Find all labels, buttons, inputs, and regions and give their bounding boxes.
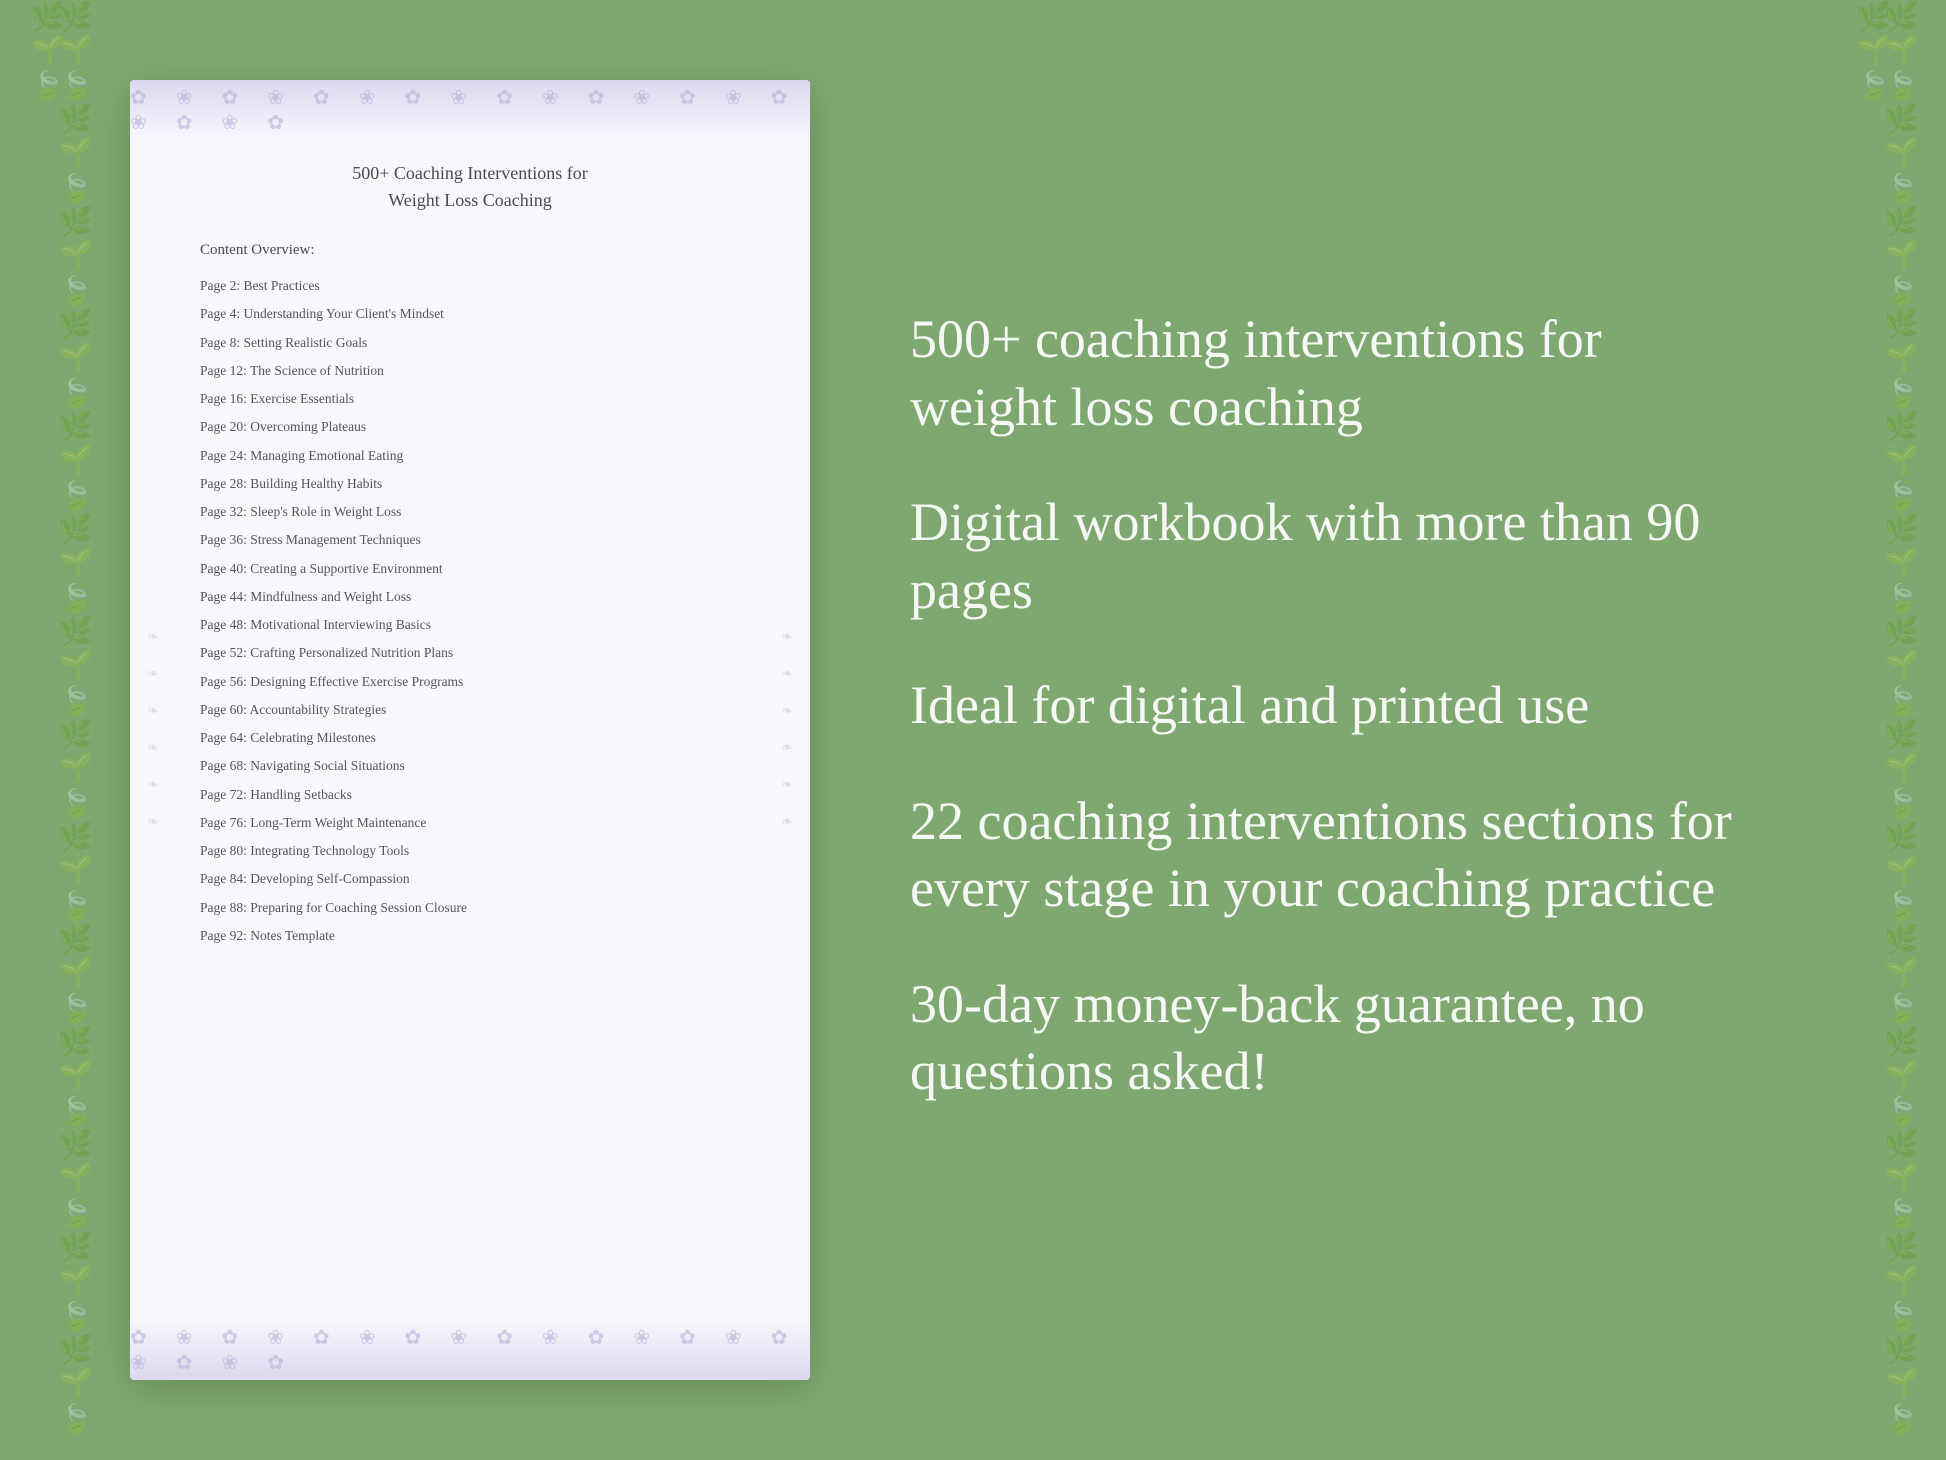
toc-item: Page 4: Understanding Your Client's Mind… — [200, 301, 740, 327]
toc-item: Page 40: Creating a Supportive Environme… — [200, 556, 740, 582]
toc-item: Page 16: Exercise Essentials — [200, 386, 740, 412]
toc-item: Page 12: The Science of Nutrition — [200, 358, 740, 384]
toc-item: Page 88: Preparing for Coaching Session … — [200, 895, 740, 921]
info-block: 30-day money-back guarantee, no question… — [910, 971, 1760, 1106]
toc-item: Page 72: Handling Setbacks — [200, 782, 740, 808]
document-top-border: ✿ ❀ ✿ ❀ ✿ ❀ ✿ ❀ ✿ ❀ ✿ ❀ ✿ ❀ ✿ ❀ ✿ ❀ ✿ — [130, 80, 810, 140]
info-block: Ideal for digital and printed use — [910, 672, 1760, 740]
content-overview-label: Content Overview: — [200, 242, 740, 259]
info-panel: 500+ coaching interventions for weight l… — [870, 0, 1820, 1460]
info-text: 500+ coaching interventions for weight l… — [910, 306, 1760, 441]
toc-item: Page 2: Best Practices — [200, 273, 740, 299]
toc-item: Page 24: Managing Emotional Eating — [200, 443, 740, 469]
toc-item: Page 64: Celebrating Milestones — [200, 725, 740, 751]
table-of-contents: Page 2: Best PracticesPage 4: Understand… — [200, 273, 740, 949]
toc-item: Page 76: Long-Term Weight Maintenance — [200, 810, 740, 836]
document-panel: ✿ ❀ ✿ ❀ ✿ ❀ ✿ ❀ ✿ ❀ ✿ ❀ ✿ ❀ ✿ ❀ ✿ ❀ ✿ ✿ … — [130, 80, 810, 1380]
toc-item: Page 36: Stress Management Techniques — [200, 527, 740, 553]
toc-item: Page 60: Accountability Strategies — [200, 697, 740, 723]
document-title: 500+ Coaching Interventions for Weight L… — [200, 160, 740, 214]
document-left-ornament: ❧ ❧ ❧ ❧ ❧ ❧ — [138, 140, 168, 1320]
info-text: 22 coaching interventions sections for e… — [910, 788, 1760, 923]
toc-item: Page 56: Designing Effective Exercise Pr… — [200, 669, 740, 695]
toc-item: Page 52: Crafting Personalized Nutrition… — [200, 640, 740, 666]
document-bottom-border: ✿ ❀ ✿ ❀ ✿ ❀ ✿ ❀ ✿ ❀ ✿ ❀ ✿ ❀ ✿ ❀ ✿ ❀ ✿ — [130, 1320, 810, 1380]
info-block: 22 coaching interventions sections for e… — [910, 788, 1760, 923]
toc-item: Page 80: Integrating Technology Tools — [200, 838, 740, 864]
toc-item: Page 44: Mindfulness and Weight Loss — [200, 584, 740, 610]
toc-item: Page 32: Sleep's Role in Weight Loss — [200, 499, 740, 525]
info-text: 30-day money-back guarantee, no question… — [910, 971, 1760, 1106]
info-block: Digital workbook with more than 90 pages — [910, 489, 1760, 624]
toc-item: Page 92: Notes Template — [200, 923, 740, 949]
toc-item: Page 28: Building Healthy Habits — [200, 471, 740, 497]
right-leaf-decoration: 🌿🌱🍃🌿🌱🍃🌿🌱🍃🌿🌱🍃🌿🌱🍃🌿🌱🍃🌿🌱🍃🌿🌱🍃🌿🌱🍃🌿🌱🍃🌿🌱🍃🌿🌱🍃🌿🌱🍃🌿… — [1826, 0, 1946, 1460]
info-block: 500+ coaching interventions for weight l… — [910, 306, 1760, 441]
toc-item: Page 20: Overcoming Plateaus — [200, 414, 740, 440]
toc-item: Page 8: Setting Realistic Goals — [200, 330, 740, 356]
document-right-ornament: ❧ ❧ ❧ ❧ ❧ ❧ — [772, 140, 802, 1320]
left-leaf-decoration: 🌿🌱🍃🌿🌱🍃🌿🌱🍃🌿🌱🍃🌿🌱🍃🌿🌱🍃🌿🌱🍃🌿🌱🍃🌿🌱🍃🌿🌱🍃🌿🌱🍃🌿🌱🍃🌿🌱🍃🌿… — [0, 0, 120, 1460]
toc-item: Page 68: Navigating Social Situations — [200, 753, 740, 779]
toc-item: Page 84: Developing Self-Compassion — [200, 866, 740, 892]
info-text: Digital workbook with more than 90 pages — [910, 489, 1760, 624]
toc-item: Page 48: Motivational Interviewing Basic… — [200, 612, 740, 638]
info-text: Ideal for digital and printed use — [910, 672, 1760, 740]
